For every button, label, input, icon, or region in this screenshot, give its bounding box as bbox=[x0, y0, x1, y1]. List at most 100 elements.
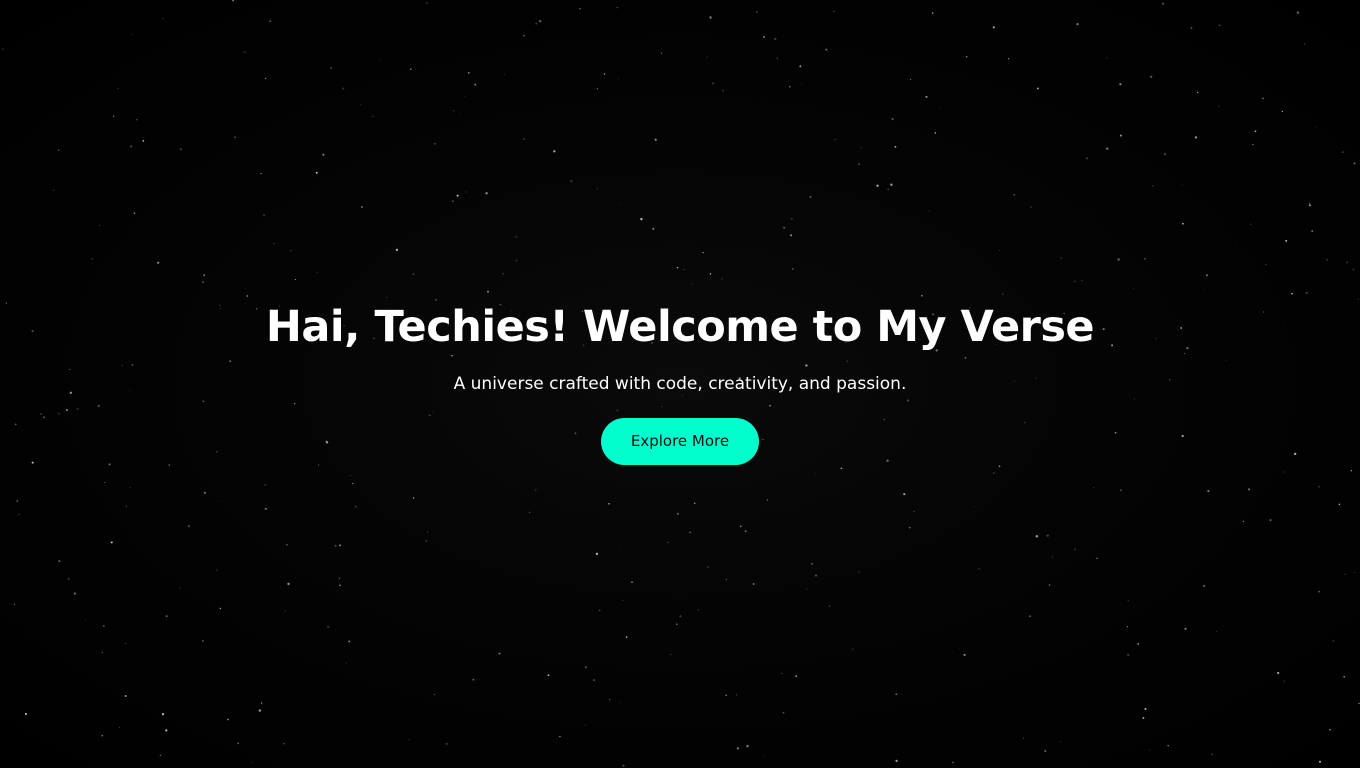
star bbox=[939, 107, 941, 109]
star bbox=[1283, 471, 1285, 473]
star bbox=[104, 481, 106, 483]
star bbox=[860, 147, 862, 149]
star bbox=[1207, 489, 1210, 493]
star bbox=[952, 761, 954, 764]
star bbox=[350, 475, 352, 476]
star bbox=[619, 549, 621, 551]
star bbox=[752, 583, 755, 585]
star bbox=[1184, 627, 1187, 630]
hero-section: Hai, Techies! Welcome to My Verse A univ… bbox=[0, 296, 1360, 465]
star bbox=[1283, 680, 1285, 682]
star bbox=[58, 560, 61, 563]
star bbox=[535, 489, 537, 491]
star bbox=[316, 271, 318, 273]
star bbox=[622, 764, 625, 767]
star bbox=[265, 77, 267, 80]
star bbox=[234, 136, 236, 139]
star bbox=[258, 709, 261, 712]
star bbox=[227, 718, 229, 721]
star bbox=[162, 18, 164, 19]
star bbox=[260, 702, 263, 704]
star bbox=[1342, 151, 1344, 153]
star bbox=[965, 55, 968, 58]
star bbox=[1029, 615, 1031, 617]
star bbox=[1035, 535, 1038, 538]
star bbox=[68, 578, 70, 580]
star bbox=[1030, 206, 1032, 208]
star bbox=[858, 571, 860, 573]
star bbox=[487, 290, 489, 293]
star bbox=[187, 525, 191, 528]
star bbox=[763, 36, 765, 38]
star bbox=[334, 544, 337, 547]
star bbox=[799, 65, 802, 68]
star bbox=[359, 104, 361, 106]
star bbox=[1119, 134, 1122, 137]
star bbox=[789, 86, 791, 88]
star bbox=[273, 243, 275, 245]
star bbox=[1081, 279, 1083, 282]
star bbox=[903, 492, 906, 496]
star bbox=[498, 652, 501, 655]
explore-more-button[interactable]: Explore More bbox=[601, 418, 759, 465]
star bbox=[103, 625, 105, 627]
star bbox=[858, 511, 860, 513]
star bbox=[294, 279, 296, 281]
star bbox=[426, 2, 428, 4]
star bbox=[380, 59, 381, 61]
star bbox=[1144, 258, 1146, 260]
star bbox=[702, 251, 704, 254]
star bbox=[1074, 548, 1077, 551]
star bbox=[774, 37, 777, 41]
star bbox=[1046, 534, 1049, 537]
star bbox=[1354, 571, 1356, 573]
star bbox=[1350, 470, 1352, 472]
star bbox=[395, 248, 399, 252]
star bbox=[782, 712, 785, 714]
star bbox=[809, 195, 812, 199]
star bbox=[1332, 640, 1334, 642]
star bbox=[895, 693, 898, 696]
star bbox=[735, 694, 738, 696]
star bbox=[412, 497, 415, 499]
star bbox=[1106, 147, 1109, 150]
star bbox=[894, 145, 897, 148]
star bbox=[1343, 675, 1346, 678]
star bbox=[372, 115, 374, 117]
star bbox=[998, 465, 1001, 468]
star bbox=[1213, 754, 1215, 756]
star bbox=[584, 666, 588, 669]
star bbox=[464, 96, 465, 98]
star bbox=[603, 73, 606, 75]
star bbox=[1285, 239, 1288, 242]
star bbox=[426, 531, 429, 533]
star bbox=[287, 582, 290, 586]
star bbox=[260, 172, 262, 175]
star bbox=[237, 742, 240, 745]
star bbox=[720, 277, 723, 280]
star bbox=[338, 577, 340, 579]
star bbox=[890, 183, 893, 186]
star bbox=[676, 266, 679, 269]
star bbox=[117, 87, 119, 89]
star bbox=[1036, 87, 1039, 90]
star bbox=[707, 566, 709, 568]
star bbox=[620, 701, 622, 703]
star bbox=[599, 609, 601, 611]
star bbox=[1326, 258, 1328, 261]
star bbox=[815, 574, 817, 577]
star bbox=[1013, 193, 1016, 196]
star bbox=[689, 531, 691, 534]
star bbox=[709, 273, 712, 275]
star bbox=[801, 83, 803, 84]
star bbox=[133, 212, 136, 215]
star bbox=[706, 56, 708, 58]
star bbox=[725, 694, 728, 697]
star bbox=[1117, 258, 1120, 261]
star bbox=[1150, 75, 1153, 78]
star bbox=[73, 592, 77, 595]
star bbox=[791, 267, 794, 270]
star bbox=[781, 672, 783, 674]
star bbox=[456, 194, 459, 197]
star bbox=[763, 756, 765, 758]
